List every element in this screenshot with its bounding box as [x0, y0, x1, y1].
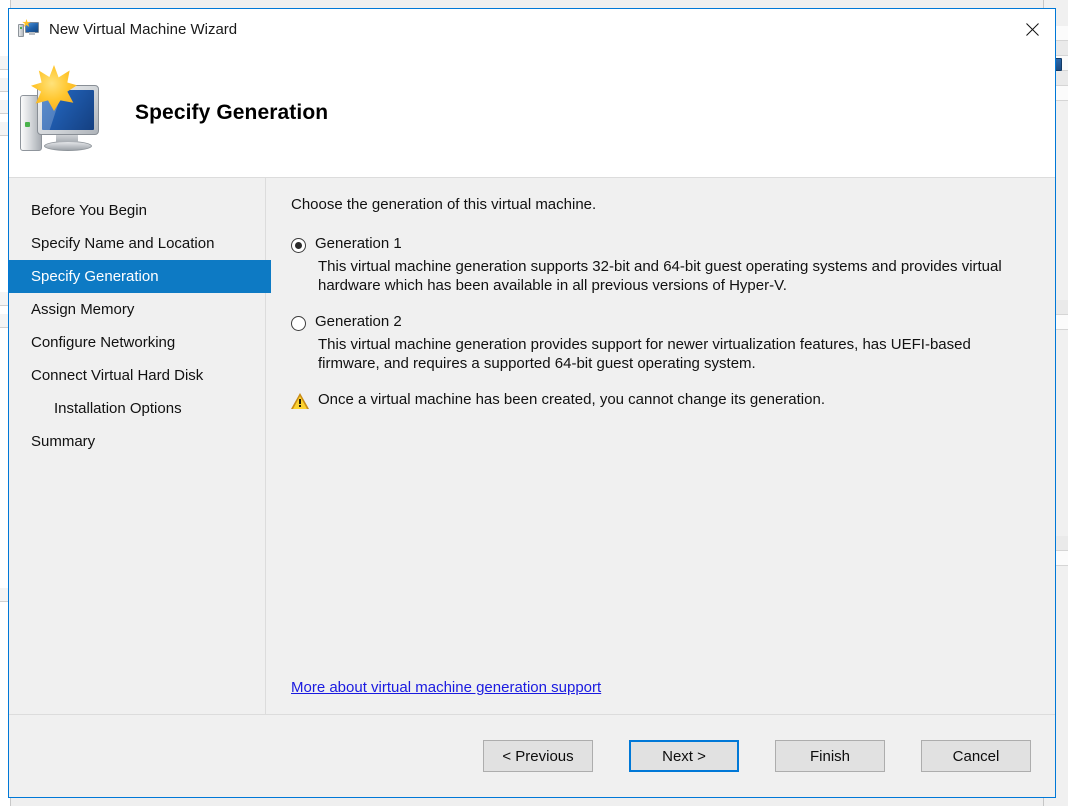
generation-2-description: This virtual machine generation provides… [318, 335, 1035, 373]
new-virtual-machine-wizard-dialog: New Virtual Machine Wizard Specify Gener… [8, 8, 1056, 798]
dialog-banner: Specify Generation [9, 49, 1055, 178]
wizard-body: Before You Begin Specify Name and Locati… [9, 178, 1055, 714]
generation-1-option[interactable]: Generation 1 [291, 235, 1035, 253]
sidebar-item-connect-virtual-hard-disk[interactable]: Connect Virtual Hard Disk [9, 359, 265, 392]
wizard-steps-sidebar: Before You Begin Specify Name and Locati… [9, 178, 266, 714]
sidebar-item-specify-generation[interactable]: Specify Generation [9, 260, 271, 293]
generation-1-label: Generation 1 [315, 235, 402, 252]
sidebar-item-installation-options[interactable]: Installation Options [9, 392, 265, 425]
dialog-title: New Virtual Machine Wizard [49, 21, 237, 38]
generation-2-radio[interactable] [291, 316, 306, 331]
warning-text: Once a virtual machine has been created,… [318, 391, 825, 408]
close-icon [1024, 21, 1041, 38]
generation-warning: Once a virtual machine has been created,… [291, 391, 1035, 409]
sidebar-item-before-you-begin[interactable]: Before You Begin [9, 194, 265, 227]
sidebar-item-assign-memory[interactable]: Assign Memory [9, 293, 265, 326]
more-about-generation-link[interactable]: More about virtual machine generation su… [291, 679, 601, 696]
dialog-titlebar: New Virtual Machine Wizard [9, 9, 1055, 49]
finish-button[interactable]: Finish [775, 740, 885, 772]
cancel-button[interactable]: Cancel [921, 740, 1031, 772]
previous-button[interactable]: < Previous [483, 740, 593, 772]
warning-triangle-icon [291, 393, 309, 409]
page-title: Specify Generation [135, 101, 328, 125]
vm-wizard-icon [18, 19, 40, 39]
sidebar-item-specify-name-and-location[interactable]: Specify Name and Location [9, 227, 265, 260]
next-button[interactable]: Next > [629, 740, 739, 772]
dialog-footer: < Previous Next > Finish Cancel [9, 714, 1055, 797]
wizard-content: Choose the generation of this virtual ma… [266, 178, 1055, 714]
intro-text: Choose the generation of this virtual ma… [291, 196, 1035, 213]
sidebar-item-summary[interactable]: Summary [9, 425, 265, 458]
generation-1-radio[interactable] [291, 238, 306, 253]
close-button[interactable] [1009, 9, 1055, 49]
generation-2-label: Generation 2 [315, 313, 402, 330]
sidebar-item-configure-networking[interactable]: Configure Networking [9, 326, 265, 359]
generation-2-option[interactable]: Generation 2 [291, 313, 1035, 331]
generation-1-description: This virtual machine generation supports… [318, 257, 1035, 295]
computer-star-icon [15, 63, 111, 163]
